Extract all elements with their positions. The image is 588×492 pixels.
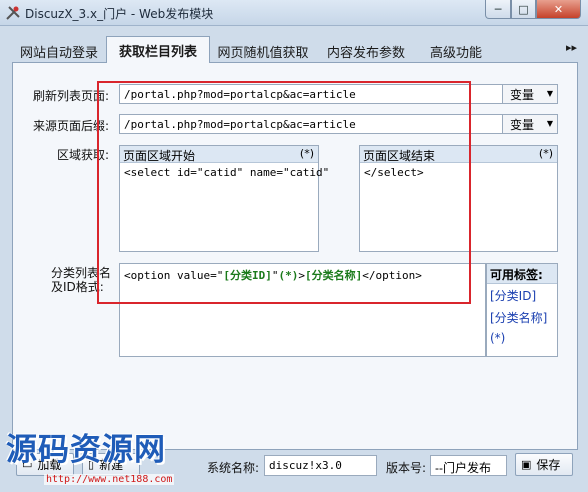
tab-auto-login[interactable]: 网站自动登录 — [12, 39, 106, 63]
tab-publish-params[interactable]: 内容发布参数 — [316, 39, 416, 63]
title-bar: DiscuzX_3.x_门户 - Web发布模块 ─ □ ✕ — [0, 0, 588, 26]
tab-random-value[interactable]: 网页随机值获取 — [210, 39, 316, 63]
region-start-title: 页面区域开始 — [123, 149, 196, 163]
version-input[interactable]: --门户发布 — [430, 455, 507, 476]
available-tags-title: 可用标签: — [487, 264, 557, 284]
format-tag-name: [分类名称] — [304, 269, 363, 282]
save-disk-icon: ▣ — [521, 458, 532, 471]
format-tag-id: [分类ID] — [223, 269, 272, 282]
region-start-wildcard-button[interactable]: (*) — [300, 147, 314, 160]
format-prefix: <option value=" — [124, 269, 224, 282]
region-end-wildcard-button[interactable]: (*) — [539, 147, 553, 160]
region-end-box: 页面区域结束 (*) </select> — [359, 145, 558, 252]
region-end-header: 页面区域结束 (*) — [360, 146, 557, 163]
system-name-label: 系统名称: — [207, 461, 260, 475]
refresh-list-input[interactable]: /portal.php?mod=portalcp&ac=article — [119, 84, 503, 104]
source-variable-dropdown[interactable]: 变量 ▼ — [502, 114, 558, 134]
maximize-icon: □ — [518, 2, 529, 16]
variable-label: 变量 — [510, 87, 535, 102]
tab-get-column-list[interactable]: 获取栏目列表 — [106, 36, 210, 63]
format-suffix: </option> — [362, 269, 422, 282]
source-suffix-label: 来源页面后缀: — [33, 119, 110, 133]
app-icon — [6, 6, 20, 20]
tag-category-id[interactable]: [分类ID] — [487, 284, 557, 306]
format-label-line2: 及ID格式: — [51, 280, 104, 294]
version-label: 版本号: — [386, 461, 427, 475]
watermark-url: http://www.net188.com — [44, 474, 175, 485]
region-start-box: 页面区域开始 (*) <select id="catid" name="cati… — [119, 145, 329, 252]
tag-category-name[interactable]: [分类名称] — [487, 306, 557, 328]
save-button[interactable]: ▣ 保存 — [515, 453, 573, 476]
system-name-input[interactable]: discuz!x3.0 — [264, 455, 377, 476]
minimize-icon: ─ — [494, 2, 502, 16]
variable-label: 变量 — [510, 117, 535, 132]
region-end-title: 页面区域结束 — [363, 149, 436, 163]
tab-advanced[interactable]: 高级功能 — [416, 39, 496, 63]
refresh-list-label: 刷新列表页面: — [33, 89, 110, 103]
tab-strip: 网站自动登录 获取栏目列表 网页随机值获取 内容发布参数 高级功能 ▸▸ — [12, 36, 577, 63]
region-fetch-label: 区域获取: — [57, 148, 110, 162]
format-textarea[interactable]: <option value="[分类ID]"(*)>[分类名称]</option… — [119, 263, 486, 357]
close-icon: ✕ — [553, 2, 564, 16]
available-tags-panel: 可用标签: [分类ID] [分类名称] (*) — [486, 263, 558, 357]
save-label: 保存 — [536, 458, 561, 472]
region-end-textarea[interactable]: </select> — [360, 163, 557, 182]
minimize-button[interactable]: ─ — [485, 0, 511, 19]
window-title: DiscuzX_3.x_门户 - Web发布模块 — [25, 7, 214, 21]
tag-wildcard[interactable]: (*) — [487, 328, 557, 347]
refresh-variable-dropdown[interactable]: 变量 ▼ — [502, 84, 558, 104]
watermark-logo: 源码资源网 — [6, 432, 166, 468]
format-wildcard: (*) — [278, 269, 299, 282]
chevron-down-icon: ▼ — [546, 119, 553, 128]
tab-scroll-right-icon[interactable]: ▸▸ — [566, 41, 577, 54]
source-suffix-input[interactable]: /portal.php?mod=portalcp&ac=article — [119, 114, 503, 134]
chevron-down-icon: ▼ — [546, 89, 553, 98]
region-start-textarea[interactable]: <select id="catid" name="catid" — [120, 163, 329, 182]
close-button[interactable]: ✕ — [536, 0, 581, 19]
region-start-header: 页面区域开始 (*) — [120, 146, 318, 163]
maximize-button[interactable]: □ — [511, 0, 536, 19]
format-mid2: > — [298, 269, 305, 282]
